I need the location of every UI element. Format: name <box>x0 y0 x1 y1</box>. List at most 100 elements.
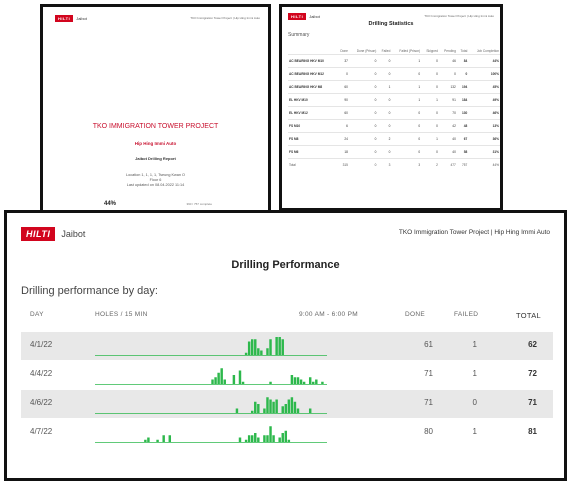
holes-bar <box>278 437 281 442</box>
hilti-logo: HILTI <box>21 227 56 241</box>
holes-bar <box>293 377 297 384</box>
day-row: 4/6/22 71 0 71 <box>21 390 553 418</box>
drilling-statistics-page: HILTI Jaibot TKO Immigration Tower Projec… <box>279 4 503 211</box>
total-count: 71 <box>528 398 537 407</box>
holes-bar <box>308 377 312 384</box>
table-cell: EL HKV M12 <box>288 106 337 120</box>
table-row: FS M6 18 0 0 0 0 40 58 31% <box>288 145 500 159</box>
table-cell: 132 <box>438 80 457 94</box>
column-header-done: DONE <box>405 311 425 318</box>
table-cell: 48 <box>456 119 469 133</box>
holes-bar <box>220 368 223 384</box>
main-header: HILTI Jaibot <box>21 227 85 241</box>
table-cell: 0 <box>421 106 439 120</box>
table-cell: 0 <box>348 132 378 146</box>
holes-bar <box>260 350 263 355</box>
table-cell: 0 <box>348 80 378 94</box>
completion-count: 390 / 757 complete <box>186 202 212 206</box>
table-row: Total 315 0 3 3 2 477 757 44% <box>288 158 500 171</box>
holes-bar <box>302 381 306 384</box>
holes-bar <box>214 377 217 384</box>
holes-bar <box>250 339 254 355</box>
contractor-name: Hip Hing Immi Auto <box>134 141 177 146</box>
table-cell: 1 <box>421 93 439 107</box>
holes-bar <box>162 435 165 442</box>
table-cell: 46% <box>468 106 500 120</box>
holes-bar <box>281 406 284 413</box>
table-cell: 0 <box>421 54 439 68</box>
day-date: 4/1/22 <box>30 340 53 349</box>
table-cell: 90 <box>336 93 349 107</box>
holes-bar <box>250 410 254 413</box>
holes-bar <box>290 397 294 413</box>
table-cell: 44% <box>468 158 500 171</box>
table-cell: 24 <box>336 132 349 146</box>
table-cell: 0 <box>377 119 392 133</box>
table-column-header: Pending <box>444 49 456 53</box>
table-cell: AC BEARING HKV M12 <box>288 67 337 81</box>
table-column-header: Total <box>460 49 468 53</box>
project-name: TKO Immigration Tower Project | Hip Hing… <box>398 229 550 236</box>
holes-histogram <box>95 397 327 414</box>
table-cell: 1 <box>391 93 422 107</box>
holes-bar <box>223 379 226 384</box>
holes-bar <box>247 435 251 442</box>
table-cell: 0 <box>421 119 439 133</box>
table-row: AC BEARING HKV M12 0 0 0 0 0 0 0 100% <box>288 67 500 81</box>
project-name: TKO Immigration Tower Project | Hip Hing… <box>190 16 260 20</box>
holes-bar <box>269 339 272 355</box>
holes-bar <box>287 399 291 413</box>
holes-bar <box>250 435 254 442</box>
day-row: 4/7/22 80 1 81 <box>21 419 553 447</box>
table-cell: 0 <box>421 67 439 81</box>
total-count: 72 <box>528 369 537 378</box>
table-cell: 60 <box>336 106 349 120</box>
hilti-logo: HILTI <box>55 15 74 22</box>
table-cell: 0 <box>421 145 439 159</box>
table-cell: 0 <box>377 106 392 120</box>
holes-bar <box>290 375 294 384</box>
holes-bar <box>257 404 260 413</box>
holes-bar <box>321 381 324 384</box>
project-name: TKO Immigration Tower Project | Hip Hing… <box>424 14 494 18</box>
table-cell: 477 <box>438 158 457 171</box>
holes-bar <box>275 399 278 413</box>
table-cell: 0 <box>456 67 469 81</box>
table-cell: 0 <box>348 93 378 107</box>
holes-bar <box>238 437 242 442</box>
drilling-performance-page: HILTI Jaibot TKO Immigration Tower Proje… <box>4 210 567 481</box>
stats-title: Drilling Statistics <box>368 21 414 27</box>
day-date: 4/6/22 <box>30 398 53 407</box>
table-cell: 2 <box>377 132 392 146</box>
table-column-header: Done (Prison) <box>356 49 377 53</box>
table-cell: 13% <box>468 119 500 133</box>
table-cell: 40 <box>438 132 457 146</box>
table-cell: 40 <box>438 145 457 159</box>
holes-bar <box>238 370 242 384</box>
holes-bar <box>144 439 147 442</box>
table-cell: 0 <box>391 119 422 133</box>
table-cell: 36% <box>468 132 500 146</box>
table-cell: 0 <box>348 145 378 159</box>
column-header-total: TOTAL <box>516 311 541 320</box>
failed-count: 1 <box>472 369 477 378</box>
table-cell: 0 <box>377 93 392 107</box>
table-cell: FS M10 <box>288 119 337 133</box>
holes-bar <box>315 379 318 384</box>
table-cell: 37 <box>336 54 349 68</box>
table-row: EL HKV M10 90 0 0 1 1 91 184 49% <box>288 93 500 107</box>
table-cell: 0 <box>377 67 392 81</box>
holes-histogram <box>95 337 327 356</box>
table-cell: 49% <box>468 93 500 107</box>
table-cell: 0 <box>348 54 378 68</box>
completion-percent: 44% <box>104 201 117 207</box>
app-name: Jaibot <box>76 16 87 21</box>
holes-bar <box>156 439 159 442</box>
holes-bar <box>278 337 281 355</box>
holes-bar <box>235 408 239 413</box>
table-cell: 0 <box>348 158 378 171</box>
stats-header: HILTI Jaibot <box>288 13 320 20</box>
table-cell: 46 <box>438 54 457 68</box>
holes-bar <box>312 381 315 384</box>
table-cell: 0 <box>391 106 422 120</box>
